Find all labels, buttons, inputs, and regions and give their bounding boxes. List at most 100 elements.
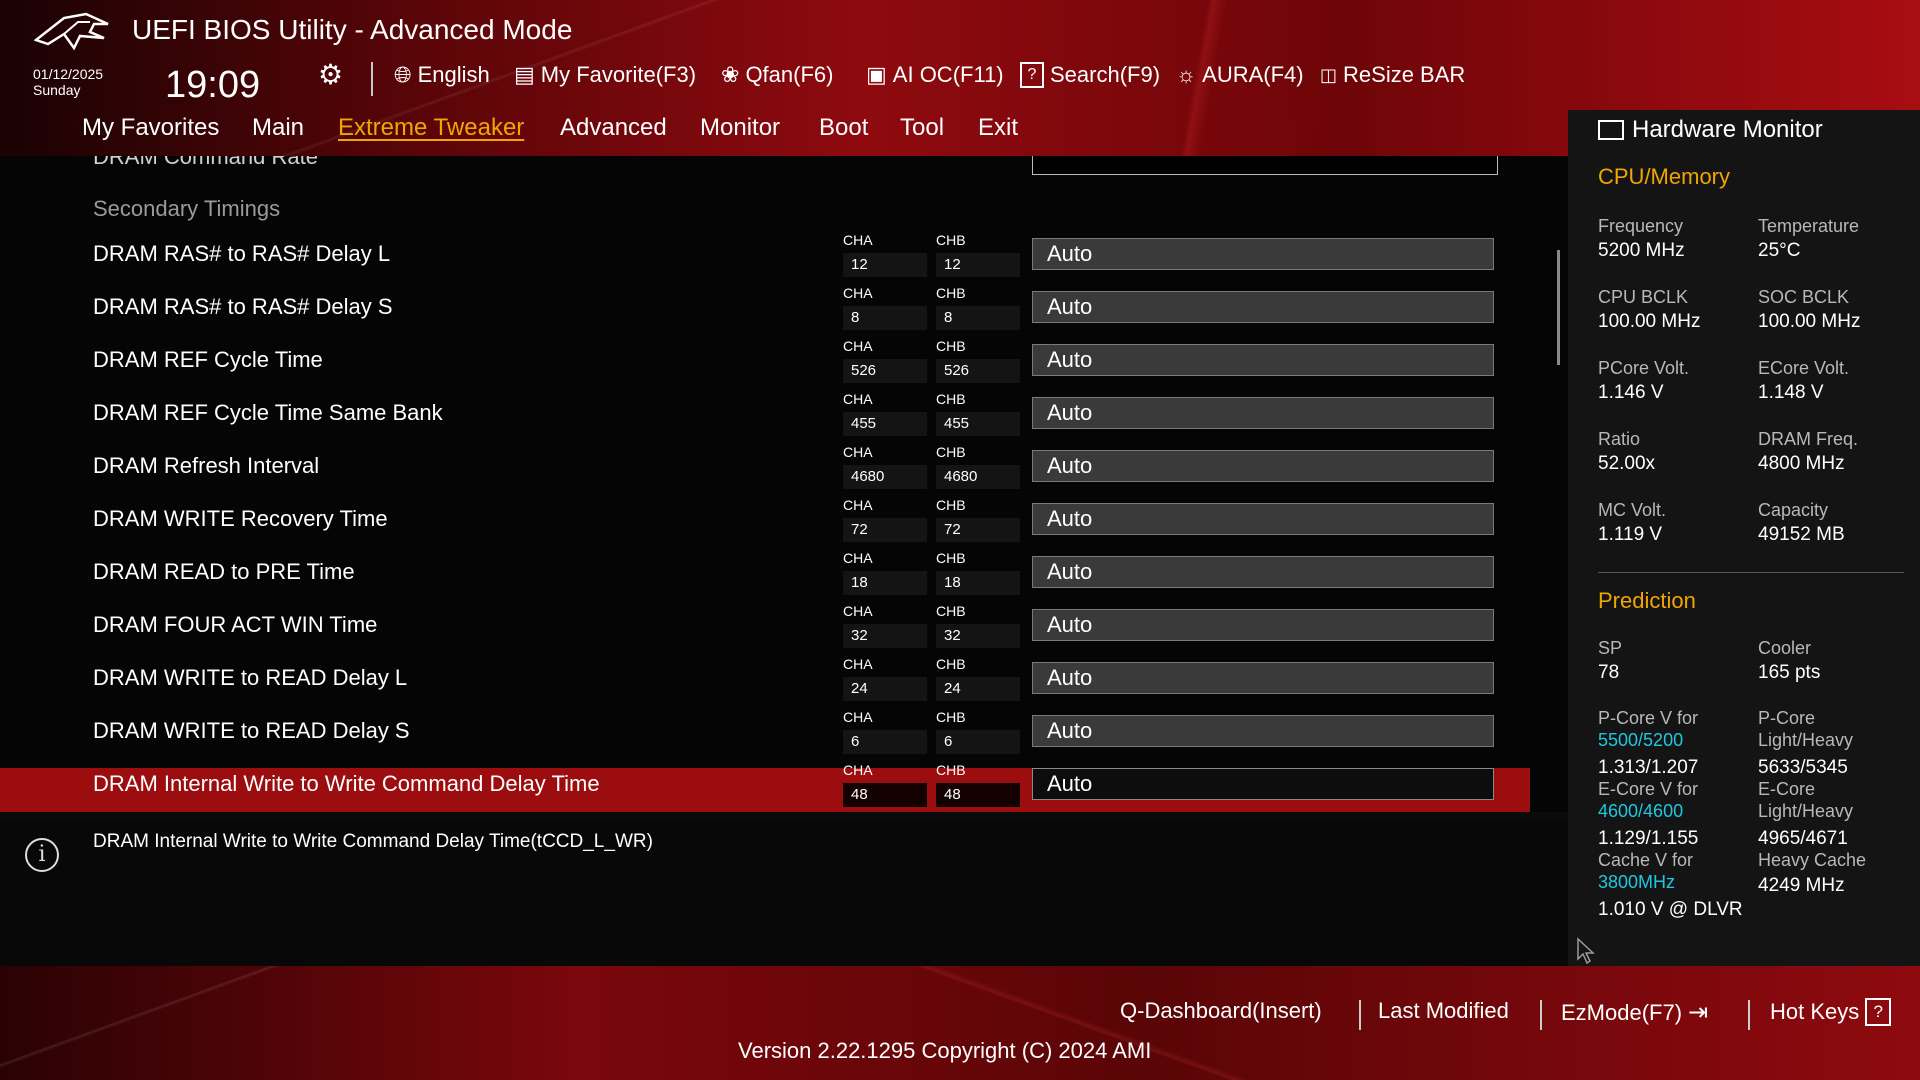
header-divider [371,62,373,96]
date-display: 01/12/2025 Sunday [33,66,103,98]
language-button[interactable]: 🌐︎ English [394,62,490,88]
timing-value-input[interactable]: Auto [1032,238,1494,270]
capacity-value: 49152 MB [1758,524,1845,545]
channel-b-label: CHB [936,497,966,513]
hot-keys-button[interactable]: Hot Keys ? [1770,998,1892,1026]
timing-label: DRAM READ to PRE Time [93,559,355,584]
ecore-v-freq: 4600/4600 [1598,801,1684,821]
timing-value-input[interactable]: Auto [1032,556,1494,588]
version-text: Version 2.22.1295 Copyright (C) 2024 AMI [738,1038,1152,1063]
language-label: English [417,62,490,87]
cpu-bclk-value: 100.00 MHz [1598,311,1701,332]
ezmode-button[interactable]: EzMode(F7) ⇥ [1561,998,1708,1027]
timing-row[interactable]: DRAM REF Cycle Time CHA CHB 526 526 Auto [0,338,1530,390]
channel-a-value: 12 [843,253,927,277]
gear-icon[interactable]: ⚙ [318,58,343,91]
resize-bar-label: ReSize BAR [1343,62,1466,87]
info-text: DRAM Internal Write to Write Command Del… [93,831,653,852]
tab-exit[interactable]: Exit [978,114,1018,142]
timing-row[interactable]: DRAM FOUR ACT WIN Time CHA CHB 32 32 Auto [0,603,1530,655]
pcore-v-label: P-Core V for [1598,708,1699,728]
timing-value-input[interactable]: Auto [1032,609,1494,641]
tab-boot[interactable]: Boot [819,114,868,142]
search-button[interactable]: ? Search(F9) [1020,62,1160,88]
channel-b-value: 18 [936,571,1020,595]
channel-a-label: CHA [843,762,873,778]
pcore-v-value: 1.313/1.207 [1598,757,1699,778]
timing-row[interactable]: DRAM WRITE to READ Delay S CHA CHB 6 6 Auto [0,709,1530,761]
channel-a-value: 6 [843,730,927,754]
channel-b-value: 6 [936,730,1020,754]
aura-button[interactable]: ☼ AURA(F4) [1176,62,1304,88]
footer-divider [1748,1000,1750,1030]
tab-my-favorites[interactable]: My Favorites [82,114,219,142]
timing-row[interactable]: DRAM RAS# to RAS# Delay L CHA CHB 12 12 Auto [0,232,1530,284]
cache-v-freq: 3800MHz [1598,872,1676,892]
channel-b-value: 72 [936,518,1020,542]
q-dashboard-button[interactable]: Q-Dashboard(Insert) [1120,998,1322,1024]
timing-label: DRAM REF Cycle Time Same Bank [93,400,443,425]
tab-extreme-tweaker[interactable]: Extreme Tweaker [338,114,524,142]
main-menu: My Favorites Main Extreme Tweaker Advanc… [0,110,1570,156]
timing-row[interactable]: DRAM READ to PRE Time CHA CHB 18 18 Auto [0,550,1530,602]
timing-label: DRAM Refresh Interval [93,453,320,478]
pcore-lh-label-2: Light/Heavy [1758,730,1854,750]
timing-row[interactable]: DRAM REF Cycle Time Same Bank CHA CHB 455 45… [0,391,1530,443]
timing-value-input[interactable]: Auto [1032,662,1494,694]
timing-row[interactable]: DRAM Refresh Interval CHA CHB 4680 4680 Auto [0,444,1530,496]
ratio-value: 52.00x [1598,453,1656,474]
mouse-cursor-icon [1577,937,1595,965]
timing-label: DRAM Internal Write to Write Command Del… [93,771,600,796]
day-text: Sunday [33,82,81,98]
ai-oc-label: AI OC(F11) [892,62,1004,87]
tab-monitor[interactable]: Monitor [700,114,780,142]
section-title: Secondary Timings [93,196,281,221]
monitor-icon [1598,120,1624,140]
timing-value-input[interactable]: Auto [1032,450,1494,482]
timing-row[interactable]: DRAM RAS# to RAS# Delay S CHA CHB 8 8 Auto [0,285,1530,337]
hardware-monitor-title-text: Hardware Monitor [1632,116,1823,143]
rog-logo-icon [34,12,109,51]
timing-value-input[interactable]: Auto [1032,715,1494,747]
resize-bar-button[interactable]: ◫ ReSize BAR [1320,62,1465,88]
timing-value-input[interactable]: Auto [1032,768,1494,800]
mc-volt-value: 1.119 V [1598,524,1663,545]
channel-a-label: CHA [843,338,873,354]
ecore-lh-label-2: Light/Heavy [1758,801,1854,821]
timing-row[interactable]: DRAM WRITE Recovery Time CHA CHB 72 72 Auto [0,497,1530,549]
channel-b-label: CHB [936,656,966,672]
partial-setting-label[interactable]: DRAM Command Rate [93,156,318,170]
timing-row[interactable]: DRAM Internal Write to Write Command Del… [0,762,1530,812]
tab-advanced[interactable]: Advanced [560,114,667,142]
timing-value-input[interactable]: Auto [1032,344,1494,376]
frequency-label: Frequency [1598,216,1684,236]
my-favorite-button[interactable]: ▤ My Favorite(F3) [514,62,696,88]
channel-a-value: 455 [843,412,927,436]
channel-a-value: 32 [843,624,927,648]
timing-label: DRAM WRITE Recovery Time [93,506,388,531]
channel-b-label: CHB [936,391,966,407]
channel-b-label: CHB [936,709,966,725]
channel-a-label: CHA [843,232,873,248]
timing-value-input[interactable]: Auto [1032,503,1494,535]
pcore-v-freq: 5500/5200 [1598,730,1684,750]
qfan-button[interactable]: ❀ Qfan(F6) [721,62,833,88]
partial-setting-select[interactable] [1032,156,1498,175]
channel-b-label: CHB [936,444,966,460]
last-modified-button[interactable]: Last Modified [1378,998,1509,1024]
ai-oc-button[interactable]: ▣ AI OC(F11) [866,62,1004,88]
tab-tool[interactable]: Tool [900,114,944,142]
timing-value-input[interactable]: Auto [1032,397,1494,429]
tab-main[interactable]: Main [252,114,304,142]
channel-a-label: CHA [843,550,873,566]
resize-bar-icon: ◫ [1320,64,1338,85]
channel-b-label: CHB [936,603,966,619]
scrollbar[interactable] [1557,250,1560,365]
ecore-v-label: E-Core V for [1598,779,1699,799]
timing-row[interactable]: DRAM WRITE to READ Delay L CHA CHB 24 24 Auto [0,656,1530,708]
globe-icon: 🌐︎ [394,62,412,87]
channel-a-label: CHA [843,603,873,619]
channel-b-value: 48 [936,783,1020,807]
clock-display[interactable]: 19:09 [165,64,260,107]
timing-value-input[interactable]: Auto [1032,291,1494,323]
